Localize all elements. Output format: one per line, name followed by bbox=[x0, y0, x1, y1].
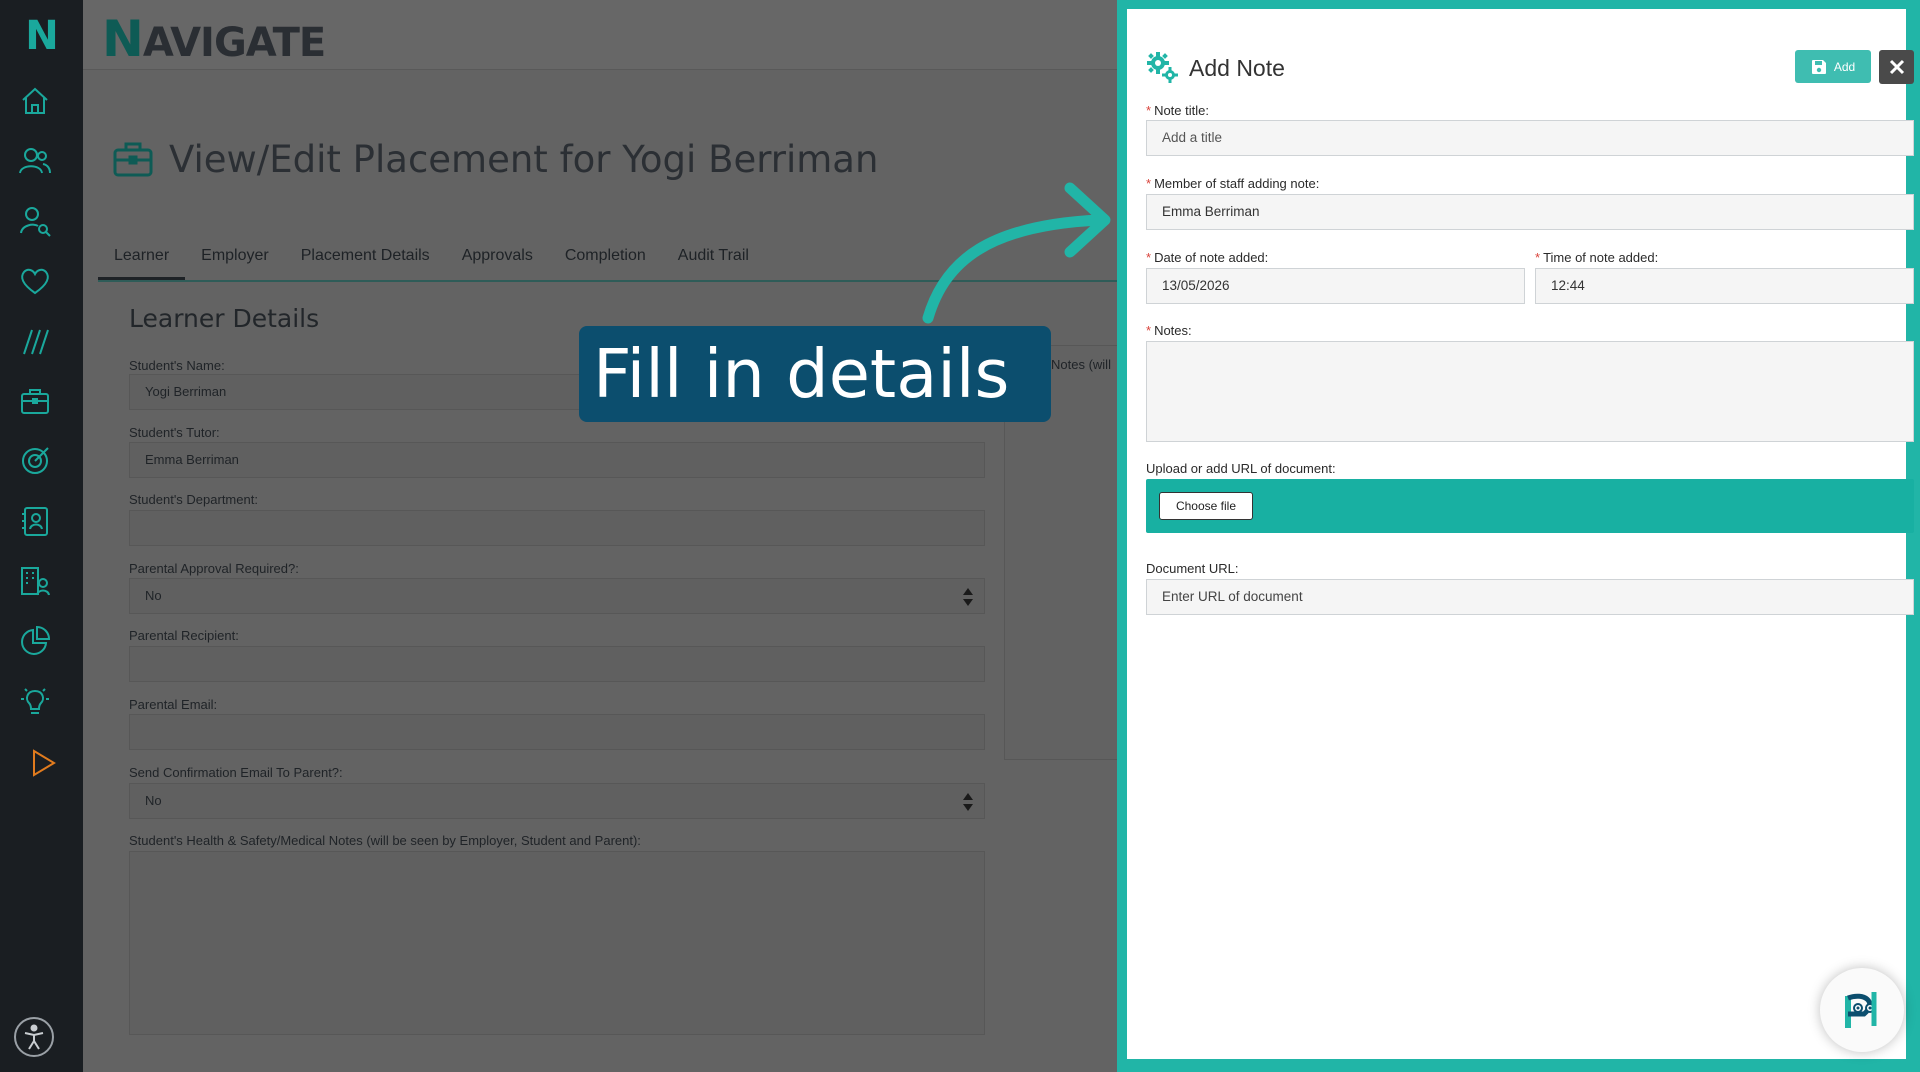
health-notes-label: Student's Health & Safety/Medical Notes … bbox=[129, 833, 641, 848]
student-name-label: Student's Name: bbox=[129, 358, 225, 373]
time-label-text: Time of note added: bbox=[1543, 250, 1659, 265]
play-icon[interactable] bbox=[26, 746, 60, 780]
users-icon[interactable] bbox=[18, 144, 52, 178]
staff-select[interactable]: Emma Berriman bbox=[1146, 194, 1914, 230]
parental-approval-select[interactable]: No bbox=[129, 578, 985, 614]
notes-label: * Notes: bbox=[1146, 323, 1192, 338]
tab-approvals[interactable]: Approvals bbox=[446, 240, 549, 280]
slashes-icon[interactable] bbox=[18, 324, 52, 358]
left-sidebar: N bbox=[0, 0, 83, 1072]
note-title-input[interactable]: Add a title bbox=[1146, 120, 1914, 156]
top-bar: NAVIGATE bbox=[83, 0, 1120, 70]
document-url-label: Document URL: bbox=[1146, 561, 1239, 576]
time-input[interactable]: 12:44 bbox=[1535, 268, 1914, 304]
heart-icon[interactable] bbox=[18, 264, 52, 298]
tab-placement-details[interactable]: Placement Details bbox=[285, 240, 446, 280]
parental-approval-label: Parental Approval Required?: bbox=[129, 561, 299, 576]
health-notes-textarea[interactable] bbox=[129, 851, 985, 1035]
required-marker: * bbox=[1146, 323, 1152, 338]
send-confirmation-value: No bbox=[145, 793, 162, 808]
student-tutor-field[interactable]: Emma Berriman bbox=[129, 442, 985, 478]
document-url-input[interactable]: Enter URL of document bbox=[1146, 579, 1914, 615]
required-marker: * bbox=[1146, 176, 1152, 191]
mascot-icon bbox=[1845, 992, 1877, 1028]
user-search-icon[interactable] bbox=[18, 204, 52, 238]
tab-completion[interactable]: Completion bbox=[549, 240, 662, 280]
drawer-title: Add Note bbox=[1189, 55, 1285, 81]
drawer-body: Add Note Add * Note title: Add a title * M… bbox=[1127, 9, 1914, 1059]
parental-approval-value: No bbox=[145, 588, 162, 603]
parental-recipient-field[interactable] bbox=[129, 646, 985, 682]
date-label-text: Date of note added: bbox=[1154, 250, 1269, 265]
parental-email-field[interactable] bbox=[129, 714, 985, 750]
close-icon bbox=[1889, 59, 1904, 75]
contact-card-icon[interactable] bbox=[18, 504, 52, 538]
note-title-label-text: Note title: bbox=[1154, 103, 1209, 118]
brand-name: AVIGATE bbox=[142, 20, 326, 66]
lightbulb-icon[interactable] bbox=[18, 684, 52, 718]
add-button-label: Add bbox=[1833, 59, 1856, 74]
tab-employer[interactable]: Employer bbox=[185, 240, 285, 280]
side-notes-label: Notes (will bbox=[1051, 357, 1111, 372]
briefcase-icon bbox=[113, 142, 153, 177]
note-title-label: * Note title: bbox=[1146, 103, 1209, 118]
staff-label: * Member of staff adding note: bbox=[1146, 176, 1319, 191]
section-title: Learner Details bbox=[129, 304, 320, 333]
pointer-arrow-icon bbox=[922, 182, 1111, 324]
notes-textarea[interactable] bbox=[1146, 341, 1914, 442]
sort-arrows-icon bbox=[963, 793, 973, 811]
brand-initial: N bbox=[102, 10, 144, 68]
notes-label-text: Notes: bbox=[1154, 323, 1192, 338]
student-department-field[interactable] bbox=[129, 510, 985, 546]
sort-arrows-icon bbox=[963, 588, 973, 606]
add-button[interactable]: Add bbox=[1795, 50, 1871, 83]
page-header: View/Edit Placement for Yogi Berriman bbox=[111, 134, 878, 184]
tutorial-callout: Fill in details bbox=[579, 326, 1051, 422]
add-note-drawer: Add Note Add * Note title: Add a title * M… bbox=[1117, 0, 1920, 1072]
tab-learner[interactable]: Learner bbox=[98, 240, 186, 280]
upload-area[interactable]: Choose file bbox=[1146, 479, 1914, 533]
student-department-label: Student's Department: bbox=[129, 492, 258, 507]
time-label: * Time of note added: bbox=[1535, 250, 1658, 265]
home-icon[interactable] bbox=[18, 84, 52, 118]
page-title: View/Edit Placement for Yogi Berriman bbox=[169, 137, 879, 181]
save-icon bbox=[1811, 59, 1826, 74]
date-label: * Date of note added: bbox=[1146, 250, 1268, 265]
main-content: NAVIGATE View/Edit Placement for Yogi Be… bbox=[83, 0, 1120, 1072]
tab-audit-trail[interactable]: Audit Trail bbox=[662, 240, 765, 280]
student-tutor-label: Student's Tutor: bbox=[129, 425, 220, 440]
parental-email-label: Parental Email: bbox=[129, 697, 218, 712]
parental-recipient-label: Parental Recipient: bbox=[129, 628, 239, 643]
date-input[interactable]: 13/05/2026 bbox=[1146, 268, 1525, 304]
close-button[interactable] bbox=[1879, 50, 1914, 84]
gears-icon bbox=[1147, 52, 1178, 83]
briefcase-icon[interactable] bbox=[18, 384, 52, 418]
accessibility-icon[interactable] bbox=[14, 1017, 54, 1057]
required-marker: * bbox=[1146, 103, 1152, 118]
upload-label: Upload or add URL of document: bbox=[1146, 461, 1336, 476]
app-logo[interactable]: N bbox=[20, 14, 64, 58]
send-confirmation-select[interactable]: No bbox=[129, 783, 985, 819]
required-marker: * bbox=[1535, 250, 1541, 265]
staff-label-text: Member of staff adding note: bbox=[1154, 176, 1320, 191]
required-marker: * bbox=[1146, 250, 1152, 265]
pie-chart-icon[interactable] bbox=[18, 624, 52, 658]
target-icon[interactable] bbox=[18, 444, 52, 478]
building-user-icon[interactable] bbox=[18, 564, 52, 598]
choose-file-button[interactable]: Choose file bbox=[1159, 492, 1253, 520]
help-widget-button[interactable] bbox=[1820, 968, 1904, 1052]
send-confirmation-label: Send Confirmation Email To Parent?: bbox=[129, 765, 343, 780]
brand-logo[interactable]: NAVIGATE bbox=[102, 10, 326, 68]
